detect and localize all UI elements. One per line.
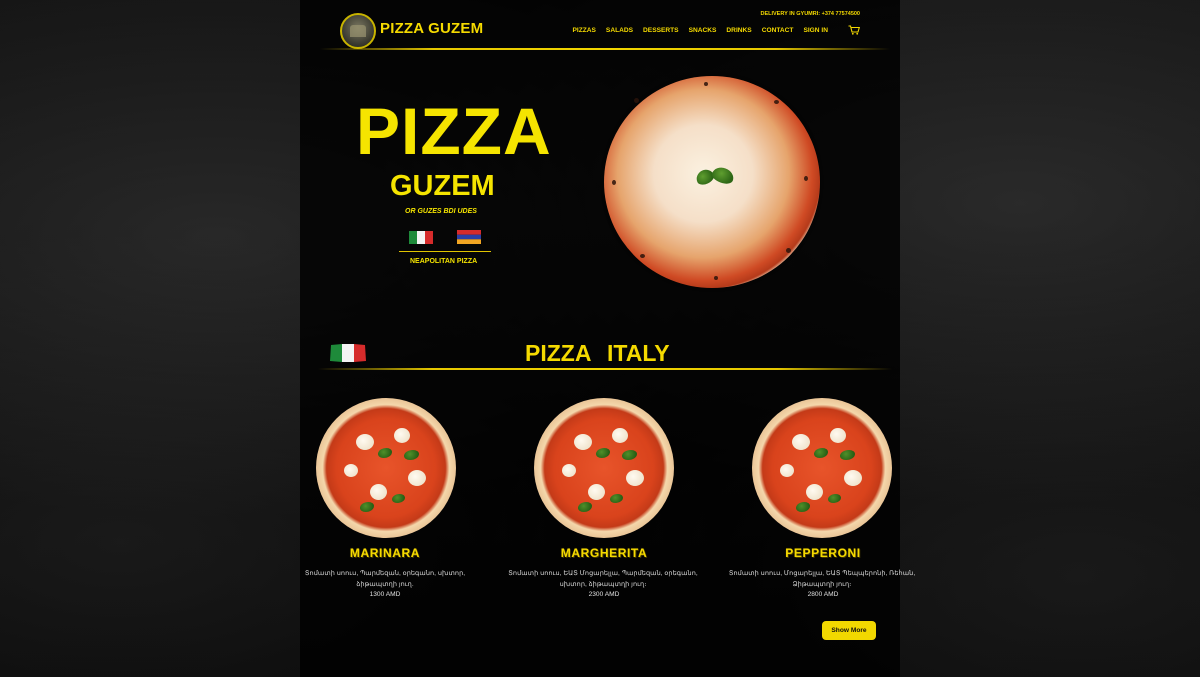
delivery-info: DELIVERY IN GYUMRI: +374 77574500 — [760, 11, 860, 17]
product-description: Տոմատի սոուս, Պարմեզան, օրեգանո, սխտոր, … — [285, 568, 485, 590]
logo-icon[interactable] — [340, 13, 376, 49]
product-name[interactable]: MARGHERITA — [514, 546, 694, 560]
product-description-line: Տոմատի սոուս, Պարմեզան, օրեգանո, սխտոր, — [304, 570, 466, 577]
product-price: 2800 AMD — [807, 591, 839, 598]
armenia-flag-icon — [457, 230, 481, 244]
italy-flag-icon — [330, 344, 366, 362]
nav-contact[interactable]: CONTACT — [762, 27, 794, 34]
main-nav: PIZZAS SALADS DESSERTS SNACKS DRINKS CON… — [572, 27, 828, 34]
product-name[interactable]: PEPPERONI — [733, 546, 913, 560]
hero-tagline: OR GUZES BDI UDES — [405, 208, 477, 215]
product-description-line: Ձիթապտղի յուղ։ — [792, 581, 852, 588]
product-image[interactable] — [752, 398, 892, 538]
section-divider — [318, 368, 892, 370]
product-image[interactable] — [534, 398, 674, 538]
hero-subtitle: GUZEM — [390, 170, 495, 202]
italy-flag-icon — [409, 231, 433, 244]
hero-pizza-image — [604, 76, 820, 288]
product-description-line: Տոմատի սոուս, Մոցարելլա, ԵԱՏ Պեպպերոնի, … — [728, 570, 916, 577]
product-image[interactable] — [316, 398, 456, 538]
product-description: Տոմատի սոուս, Մոցարելլա, ԵԱՏ Պեպպերոնի, … — [722, 568, 922, 590]
product-name[interactable]: MARINARA — [295, 546, 475, 560]
header-divider — [320, 48, 890, 50]
nav-sign-in[interactable]: SIGN IN — [803, 27, 828, 34]
product-description-line: Տոմատի սոուս, ԵԱՏ Մոցարելլա, Պարմեզան, օ… — [508, 570, 698, 577]
product-description-line: սխտոր, ձիթապտղի յուղ։ — [559, 581, 647, 588]
brand-name[interactable]: PIZZA GUZEM — [380, 20, 483, 37]
product-price: 1300 AMD — [369, 591, 401, 598]
nav-salads[interactable]: SALADS — [606, 27, 633, 34]
nav-desserts[interactable]: DESSERTS — [643, 27, 679, 34]
cart-icon[interactable] — [848, 25, 860, 35]
product-description: Տոմատի սոուս, ԵԱՏ Մոցարելլա, Պարմեզան, օ… — [503, 568, 703, 590]
nav-snacks[interactable]: SNACKS — [689, 27, 717, 34]
section-title: PIZZA ITALY — [525, 340, 670, 366]
nav-pizzas[interactable]: PIZZAS — [572, 27, 595, 34]
nav-drinks[interactable]: DRINKS — [726, 27, 751, 34]
hero-title: PIZZA — [356, 94, 552, 168]
product-price: 2300 AMD — [588, 591, 620, 598]
show-more-button[interactable]: Show More — [822, 621, 876, 640]
hero-underline — [399, 251, 491, 252]
product-description-line: ձիթապտղի յուղ. — [356, 581, 414, 588]
hero-style-label: NEAPOLITAN PIZZA — [410, 258, 478, 265]
